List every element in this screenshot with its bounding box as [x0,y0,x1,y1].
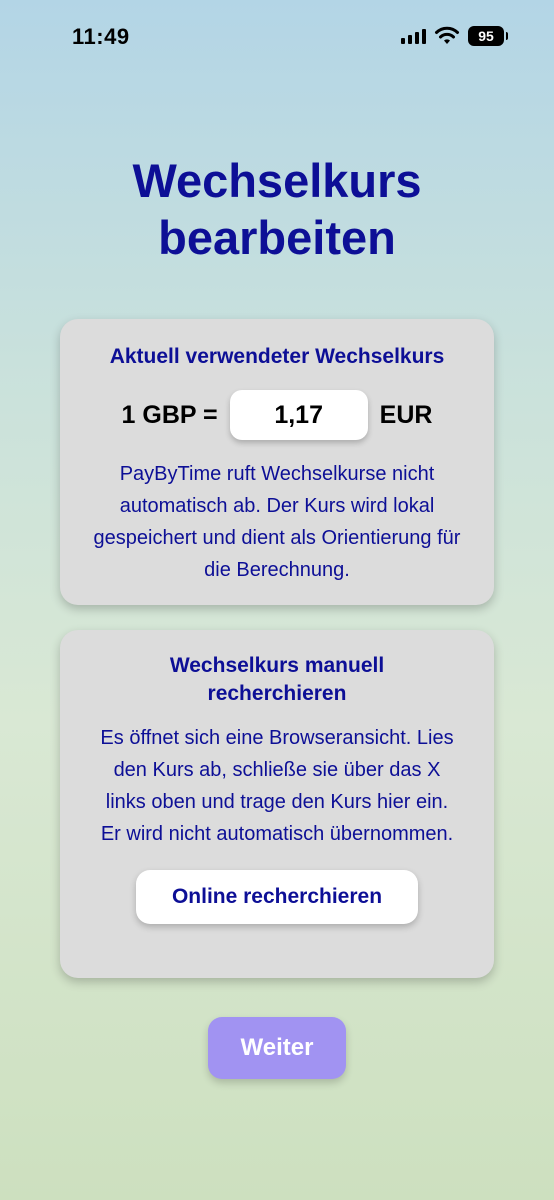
research-heading: Wechselkurs manuell recherchieren [169,654,385,705]
wifi-icon [435,26,459,44]
page-title-line1: Wechselkurs [132,154,422,207]
page-title: Wechselkurs bearbeiten [0,152,554,266]
research-description: Es öffnet sich eine Browseransicht. Lies… [100,727,454,845]
signal-icon [401,28,426,44]
status-time: 11:49 [72,24,130,49]
status-bar: 11:49 95 [0,0,554,74]
current-rate-heading: Aktuell verwendeter Wechselkurs [109,345,445,368]
current-rate-card: Aktuell verwendeter Wechselkurs 1 GBP = … [60,319,494,605]
rate-from-label: 1 GBP = [121,400,218,429]
status-icons: 95 [401,26,508,46]
online-research-button[interactable]: Online recherchieren [136,870,418,924]
rate-row: 1 GBP = EUR [60,390,494,440]
rate-to-label: EUR [379,400,433,429]
battery-icon: 95 [468,26,508,46]
next-button[interactable]: Weiter [208,1017,346,1079]
page-title-line2: bearbeiten [158,211,396,264]
research-card: Wechselkurs manuell recherchieren Es öff… [60,630,494,978]
current-rate-description: PayByTime ruft Wechselkurse nicht automa… [93,463,461,581]
rate-input[interactable] [229,390,368,440]
